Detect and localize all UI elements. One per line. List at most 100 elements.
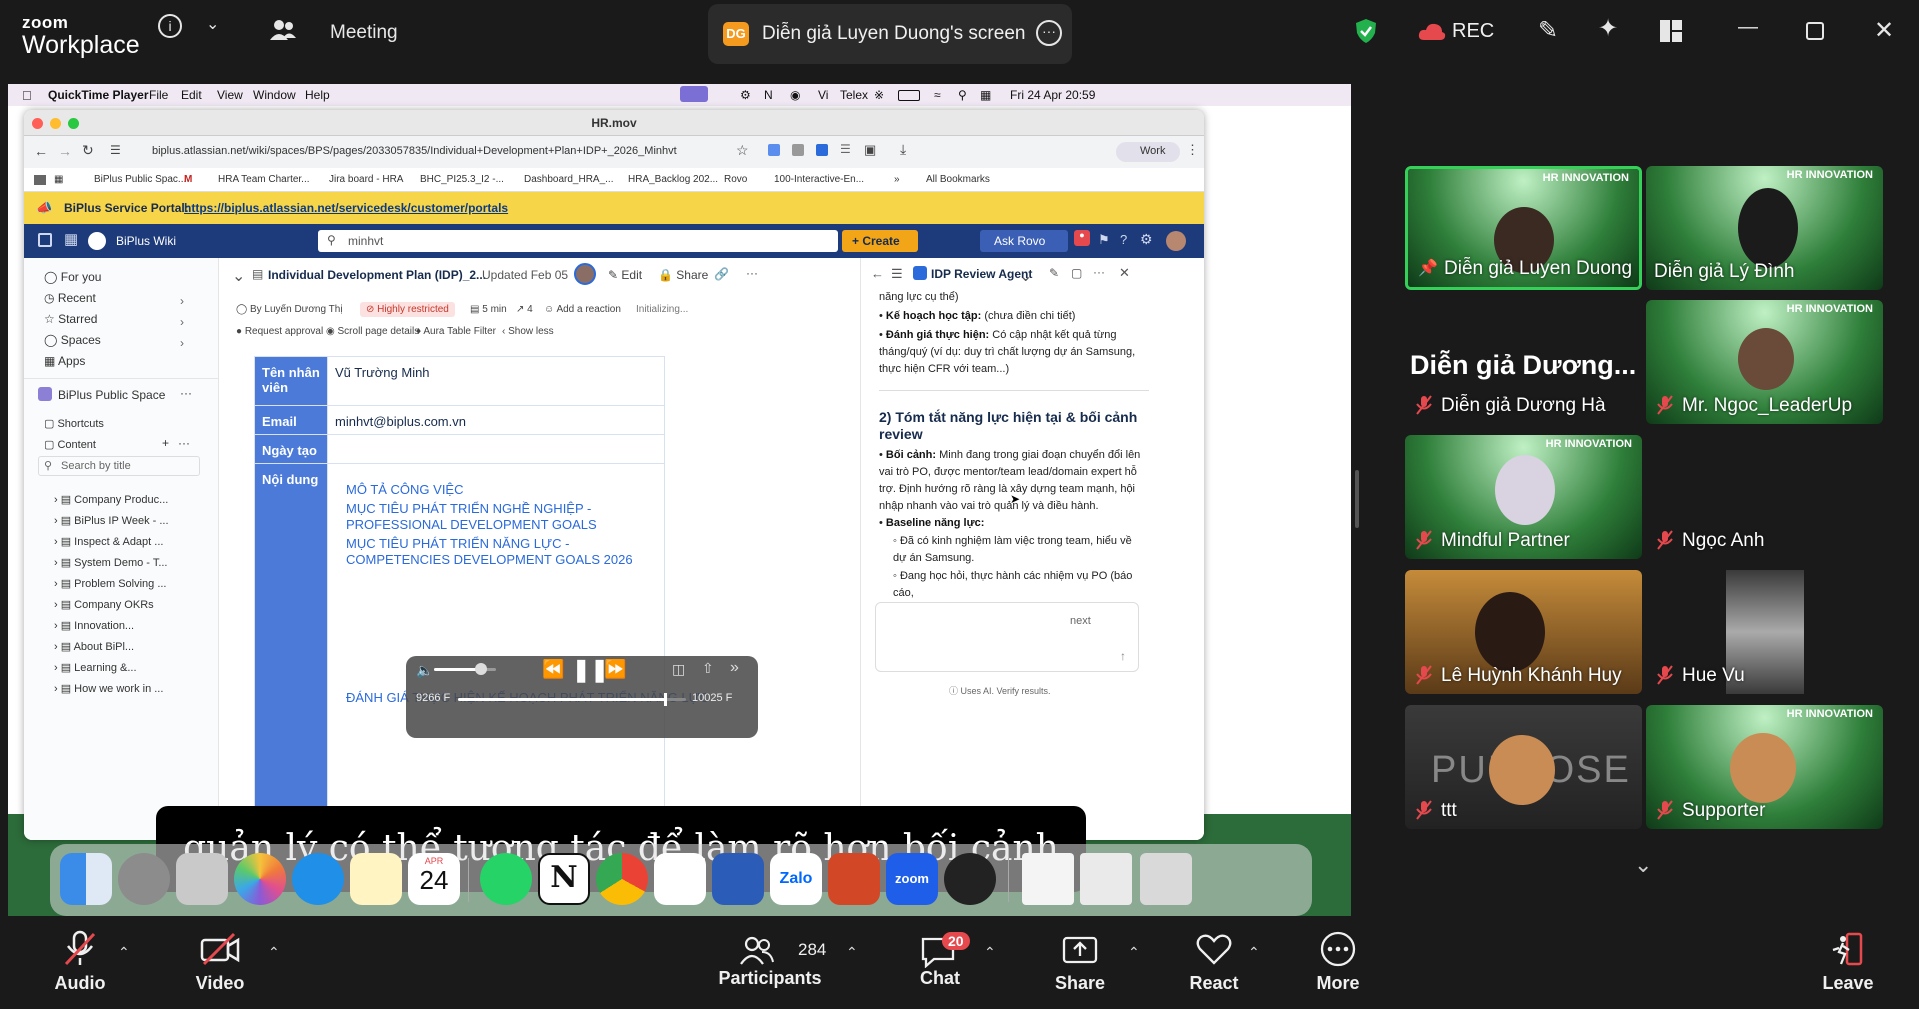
photos-icon[interactable] — [234, 853, 286, 905]
confluence-search[interactable]: ⚲ minhvt — [318, 230, 838, 252]
shortcuts-item[interactable]: ▢ Shortcuts — [44, 417, 104, 430]
bookmark-item[interactable]: Jira board - HRA — [329, 174, 403, 185]
gallery-next-page-icon[interactable]: ⌄ — [1634, 852, 1652, 878]
space-name[interactable]: BiPlus Public Space — [58, 388, 165, 402]
download-icon[interactable]: ⤓ — [900, 141, 906, 158]
close-window-icon[interactable]: ✕ — [1874, 16, 1894, 45]
page-tree-item[interactable]: › ▤ How we work in ... — [54, 682, 163, 695]
annotate-pencil-icon[interactable]: ✎ — [1538, 16, 1558, 45]
help-icon[interactable]: ? — [1120, 232, 1127, 247]
screen-share-status-icon[interactable] — [680, 86, 708, 102]
app-switcher-icon[interactable]: ▦ — [64, 230, 78, 248]
picture-in-picture-icon[interactable]: ◫ — [672, 661, 685, 678]
table-value-cell[interactable]: Vũ Trường Minh — [327, 356, 665, 406]
share-button[interactable]: Share — [1050, 930, 1110, 994]
rewind-icon[interactable]: ⏪ — [542, 659, 564, 680]
notion-status-icon[interactable]: N — [764, 88, 773, 102]
view-layout-icon[interactable] — [1660, 20, 1682, 42]
control-center-icon[interactable]: ▦ — [980, 88, 991, 102]
chevron-down-icon[interactable]: ⌄ — [206, 14, 219, 34]
add-content-icon[interactable]: + — [162, 436, 169, 450]
notes-icon[interactable] — [350, 853, 402, 905]
info-icon[interactable]: i — [158, 14, 182, 38]
participant-tile[interactable]: HR INNOVATION 📌 Diễn giả Luyen Duong — [1405, 166, 1642, 290]
all-bookmarks[interactable]: All Bookmarks — [926, 174, 990, 185]
browser-menu-icon[interactable]: ⋮ — [1186, 142, 1199, 158]
page-tree-item[interactable]: › ▤ Problem Solving ... — [54, 577, 167, 590]
leave-button[interactable]: Leave — [1818, 930, 1878, 994]
collapse-chevron-icon[interactable]: ⌄ — [232, 266, 245, 286]
volume-slider[interactable] — [434, 663, 496, 675]
extension-icon-2[interactable] — [792, 144, 804, 156]
zalo-icon[interactable]: Zalo — [770, 853, 822, 905]
zoom-app-icon[interactable]: zoom — [886, 853, 938, 905]
participant-tile[interactable]: Lê Huỳnh Khánh Huy — [1405, 570, 1642, 694]
search-by-title-input[interactable]: ⚲ Search by title — [38, 456, 200, 476]
participant-tile[interactable]: PURPOSE ttt — [1405, 705, 1642, 829]
minimized-window-2[interactable] — [1080, 853, 1132, 905]
rec-label[interactable]: REC — [1452, 20, 1494, 43]
chrome-icon[interactable] — [596, 853, 648, 905]
participant-tile[interactable]: HR INNOVATION Mr. Ngoc_LeaderUp — [1646, 300, 1883, 424]
minimize-icon[interactable]: — — [1738, 16, 1758, 39]
close-panel-icon[interactable]: ✕ — [1119, 265, 1130, 281]
sidebar-item-for-you[interactable]: ◯ For you — [44, 270, 101, 284]
quicktime-icon[interactable] — [944, 853, 996, 905]
portal-link[interactable]: https://biplus.atlassian.net/servicedesk… — [184, 201, 508, 215]
chat-options-caret-icon[interactable]: ⌃ — [984, 944, 996, 961]
chevron-right-icon[interactable]: › — [180, 294, 184, 308]
extension-icon-1[interactable] — [768, 144, 780, 156]
participants-button[interactable]: 284 Participants — [718, 930, 830, 989]
menu-window[interactable]: Window — [253, 88, 296, 102]
vi-status-icon[interactable]: Vi — [818, 88, 828, 102]
participant-tile[interactable]: Diễn giả Dương... Diễn giả Dương Hà — [1405, 300, 1642, 424]
sidebar-item-starred[interactable]: ☆ Starred — [44, 312, 97, 326]
fast-forward-icon[interactable]: ⏩ — [604, 659, 626, 680]
wifi-icon[interactable]: ≈ — [934, 88, 941, 102]
extensions-puzzle-icon[interactable]: ▣ — [864, 142, 876, 158]
request-approval[interactable]: ● Request approval — [236, 326, 323, 337]
restore-window-icon[interactable] — [1806, 22, 1824, 40]
user-avatar[interactable] — [1166, 231, 1186, 251]
sidebar-collapse-icon[interactable] — [38, 233, 52, 247]
page-tree-item[interactable]: › ▤ Inspect & Adapt ... — [54, 535, 163, 548]
extension-icon-3[interactable] — [816, 144, 828, 156]
author-label[interactable]: By Luyến Dương Thị — [250, 304, 343, 315]
audio-button[interactable]: Audio — [50, 930, 110, 994]
powerpoint-icon[interactable] — [828, 853, 880, 905]
page-tree-item[interactable]: › ▤ Innovation... — [54, 619, 134, 632]
bookmark-star-icon[interactable]: ☆ — [736, 142, 749, 159]
shield-check-icon[interactable] — [1355, 18, 1377, 44]
gmail-icon[interactable]: M — [184, 174, 192, 185]
panel-resize-handle[interactable] — [1355, 470, 1359, 528]
bell-icon[interactable]: ⚑ — [1098, 232, 1110, 248]
address-bar[interactable]: biplus.atlassian.net/wiki/spaces/BPS/pag… — [152, 145, 677, 157]
audio-options-caret-icon[interactable]: ⌃ — [118, 944, 130, 961]
wiki-brand[interactable]: BiPlus Wiki — [116, 234, 176, 248]
bookmark-item[interactable]: 100-Interactive-En... — [774, 174, 864, 185]
participant-tile[interactable]: Hue Vu — [1646, 570, 1883, 694]
participant-tile[interactable]: Ngọc Anh — [1646, 435, 1883, 559]
page-more-icon[interactable]: ··· — [746, 266, 758, 280]
author-avatar[interactable] — [574, 263, 596, 285]
send-arrow-icon[interactable]: ↑ — [1120, 649, 1126, 663]
launchpad-icon[interactable] — [176, 853, 228, 905]
notifications-icon[interactable]: ● — [1074, 230, 1090, 246]
progress-knob[interactable] — [664, 693, 668, 706]
new-chat-icon[interactable]: ✎ — [1049, 266, 1059, 280]
react-button[interactable]: React — [1184, 930, 1244, 994]
content-link[interactable]: MỤC TIÊU PHÁT TRIỂN NĂNG LỰC - COMPETENC… — [346, 536, 636, 568]
volume-icon[interactable]: 🔈 — [416, 662, 433, 679]
calendar-icon[interactable]: APR 24 — [408, 853, 460, 905]
chevron-right-icon[interactable]: › — [180, 315, 184, 329]
expand-panel-icon[interactable]: ▢ — [1071, 266, 1082, 280]
safari-icon[interactable] — [292, 853, 344, 905]
create-button[interactable]: + Create — [842, 230, 918, 252]
participant-tile[interactable]: HR INNOVATION Mindful Partner — [1405, 435, 1642, 559]
aura-table-filter[interactable]: ♦ Aura Table Filter — [416, 326, 496, 337]
bookmark-item[interactable]: BiPlus Public Spac... — [94, 174, 186, 185]
back-arrow-icon[interactable]: ← — [871, 266, 884, 281]
content-link[interactable]: MÔ TẢ CÔNG VIỆC — [346, 482, 464, 497]
settings-gear-icon[interactable]: ⚙ — [1140, 231, 1153, 248]
system-settings-icon[interactable] — [118, 853, 170, 905]
